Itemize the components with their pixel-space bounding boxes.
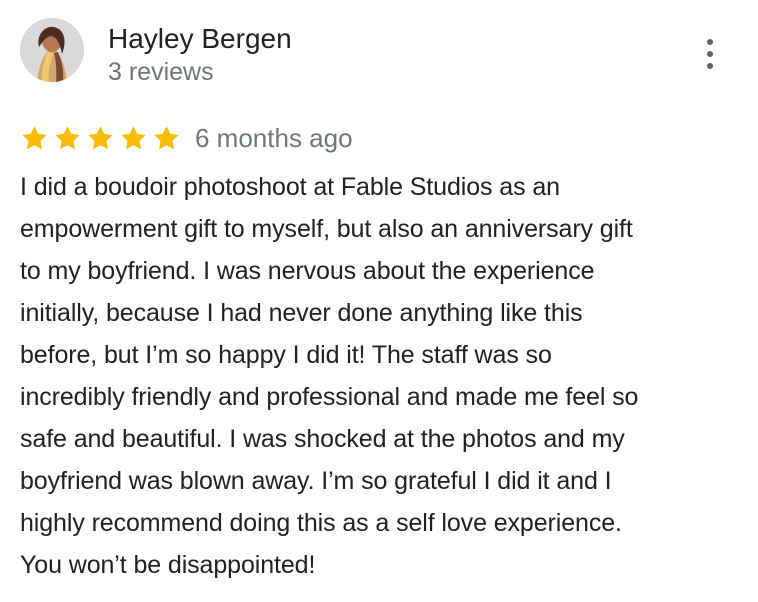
review-text-line: I did a boudoir photoshoot at Fable Stud…	[20, 173, 560, 201]
review-text-line: safe and beautiful. I was shocked at the…	[20, 425, 625, 453]
more-options-button[interactable]	[696, 36, 724, 72]
reviewer-name[interactable]: Hayley Bergen	[108, 21, 292, 57]
user-photo-icon[interactable]	[20, 18, 84, 82]
reviewer-review-count[interactable]: 3 reviews	[108, 56, 214, 88]
review-text-line: before, but I’m so happy I did it! The s…	[20, 341, 552, 369]
star-icon	[121, 125, 146, 149]
review-text-line: initially, because I had never done anyt…	[20, 299, 583, 327]
review-text-line: to my boyfriend. I was nervous about the…	[20, 257, 595, 285]
review-text: I did a boudoir photoshoot at Fable Stud…	[20, 166, 735, 586]
avatar-image	[20, 18, 84, 82]
star-icon	[154, 125, 179, 149]
rating-row: 6 months ago	[20, 120, 353, 156]
review-card: Hayley Bergen 3 reviews 6 months ago I d…	[0, 0, 758, 602]
review-time: 6 months ago	[195, 123, 353, 153]
review-text-line: highly recommend doing this as a self lo…	[20, 509, 622, 537]
review-text-line: boyfriend was blown away. I’m so gratefu…	[20, 467, 612, 495]
review-text-line: incredibly friendly and professional and…	[20, 383, 639, 411]
star-rating	[20, 124, 181, 153]
review-header: Hayley Bergen 3 reviews	[20, 18, 738, 88]
review-text-line: You won’t be disappointed!	[20, 551, 316, 579]
review-text-line: empowerment gift to myself, but also an …	[20, 215, 633, 243]
star-icon	[22, 125, 47, 149]
star-icon	[88, 125, 113, 149]
star-icon	[55, 125, 80, 149]
more-vertical-icon	[707, 39, 713, 69]
